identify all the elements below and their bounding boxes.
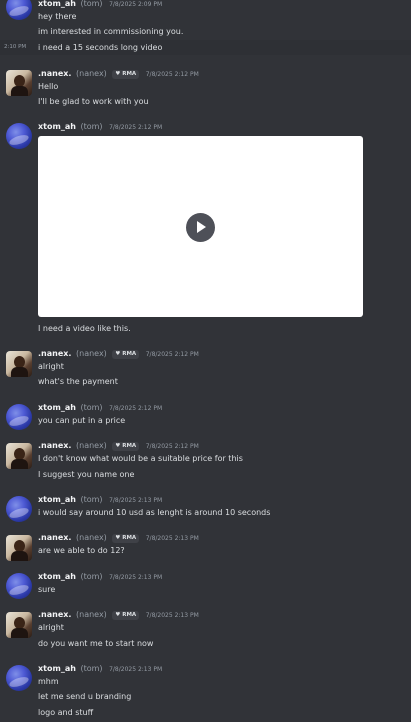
avatar[interactable]: [6, 0, 32, 20]
user-handle: (tom): [80, 0, 103, 8]
avatar[interactable]: [6, 351, 32, 377]
message-text: Hello: [38, 82, 59, 91]
user-handle: (tom): [80, 403, 103, 412]
message-text: I don't know what would be a suitable pr…: [38, 454, 243, 463]
username[interactable]: xtom_ah: [38, 0, 76, 8]
message-header: xtom_ah (tom) 7/8/2025 2:13 PM: [38, 663, 162, 675]
role-badge-label: RMA: [122, 351, 137, 357]
avatar[interactable]: [6, 123, 32, 149]
role-badge-label: RMA: [122, 535, 137, 541]
username[interactable]: xtom_ah: [38, 122, 76, 131]
message-text: do you want me to start now: [38, 639, 154, 648]
message-header: xtom_ah (tom) 7/8/2025 2:13 PM: [38, 494, 162, 506]
message-header: .nanex. (nanex) ♥ RMA 7/8/2025 2:12 PM: [38, 440, 199, 452]
user-handle: (tom): [80, 664, 103, 673]
role-badge-label: RMA: [122, 71, 137, 77]
timestamp: 7/8/2025 2:13 PM: [145, 612, 199, 619]
message-header: .nanex. (nanex) ♥ RMA 7/8/2025 2:12 PM: [38, 348, 199, 360]
avatar[interactable]: [6, 535, 32, 561]
heart-icon: ♥: [115, 351, 121, 357]
timestamp: 7/8/2025 2:12 PM: [109, 405, 163, 412]
message-text: I'll be glad to work with you: [38, 97, 149, 106]
user-handle: (nanex): [76, 349, 107, 358]
heart-icon: ♥: [115, 535, 121, 541]
timestamp: 7/8/2025 2:13 PM: [109, 497, 163, 504]
user-handle: (tom): [80, 495, 103, 504]
avatar[interactable]: [6, 70, 32, 96]
heart-icon: ♥: [115, 71, 121, 77]
message-header: xtom_ah (tom) 7/8/2025 2:13 PM: [38, 571, 162, 583]
hover-timestamp: 2:10 PM: [4, 44, 27, 50]
avatar[interactable]: [6, 665, 32, 691]
message-text: logo and stuff: [38, 708, 94, 717]
timestamp: 7/8/2025 2:12 PM: [145, 443, 199, 450]
avatar[interactable]: [6, 573, 32, 599]
play-icon[interactable]: [186, 213, 215, 242]
message-text: are we able to do 12?: [38, 546, 125, 555]
message-text: mhm: [38, 677, 59, 686]
role-badge-label: RMA: [122, 443, 137, 449]
timestamp: 7/8/2025 2:09 PM: [109, 1, 163, 8]
role-badge[interactable]: ♥ RMA: [112, 442, 140, 451]
message-text: sure: [38, 585, 56, 594]
username[interactable]: .nanex.: [38, 441, 71, 450]
message-header: xtom_ah (tom) 7/8/2025 2:12 PM: [38, 121, 162, 133]
message-header: .nanex. (nanex) ♥ RMA 7/8/2025 2:13 PM: [38, 532, 199, 544]
message-text: hey there: [38, 12, 77, 21]
message-text: alright: [38, 362, 64, 371]
user-handle: (tom): [80, 572, 103, 581]
username[interactable]: .nanex.: [38, 69, 71, 78]
avatar[interactable]: [6, 443, 32, 469]
message-header: .nanex. (nanex) ♥ RMA 7/8/2025 2:13 PM: [38, 609, 199, 621]
timestamp: 7/8/2025 2:12 PM: [109, 124, 163, 131]
timestamp: 7/8/2025 2:13 PM: [145, 535, 199, 542]
role-badge[interactable]: ♥ RMA: [112, 350, 140, 359]
username[interactable]: xtom_ah: [38, 572, 76, 581]
message-text: I suggest you name one: [38, 470, 135, 479]
message-text: what's the payment: [38, 377, 118, 386]
timestamp: 7/8/2025 2:12 PM: [145, 351, 199, 358]
role-badge[interactable]: ♥ RMA: [112, 534, 140, 543]
timestamp: 7/8/2025 2:12 PM: [145, 71, 199, 78]
username[interactable]: .nanex.: [38, 610, 71, 619]
message-text: I need a video like this.: [38, 324, 131, 333]
message-text: you can put in a price: [38, 416, 126, 425]
avatar[interactable]: [6, 404, 32, 430]
user-handle: (nanex): [76, 610, 107, 619]
user-handle: (tom): [80, 122, 103, 131]
video-attachment[interactable]: [38, 136, 363, 317]
avatar[interactable]: [6, 612, 32, 638]
message-text: i need a 15 seconds long video: [38, 43, 163, 52]
message-header: xtom_ah (tom) 7/8/2025 2:09 PM: [38, 0, 162, 10]
message-text: alright: [38, 623, 64, 632]
message-text: i would say around 10 usd as lenght is a…: [38, 508, 271, 517]
username[interactable]: .nanex.: [38, 533, 71, 542]
timestamp: 7/8/2025 2:13 PM: [109, 574, 163, 581]
chat-messages: xtom_ah (tom) 7/8/2025 2:09 PM hey there…: [0, 0, 411, 722]
heart-icon: ♥: [115, 612, 121, 618]
avatar[interactable]: [6, 496, 32, 522]
username[interactable]: xtom_ah: [38, 403, 76, 412]
role-badge-label: RMA: [122, 612, 137, 618]
user-handle: (nanex): [76, 441, 107, 450]
timestamp: 7/8/2025 2:13 PM: [109, 666, 163, 673]
message-header: xtom_ah (tom) 7/8/2025 2:12 PM: [38, 402, 162, 414]
username[interactable]: xtom_ah: [38, 664, 76, 673]
user-handle: (nanex): [76, 533, 107, 542]
role-badge[interactable]: ♥ RMA: [112, 70, 140, 79]
message-header: .nanex. (nanex) ♥ RMA 7/8/2025 2:12 PM: [38, 68, 199, 80]
message-text: let me send u branding: [38, 692, 132, 701]
message-text: im interested in commissioning you.: [38, 27, 184, 36]
user-handle: (nanex): [76, 69, 107, 78]
username[interactable]: .nanex.: [38, 349, 71, 358]
role-badge[interactable]: ♥ RMA: [112, 611, 140, 620]
username[interactable]: xtom_ah: [38, 495, 76, 504]
heart-icon: ♥: [115, 443, 121, 449]
